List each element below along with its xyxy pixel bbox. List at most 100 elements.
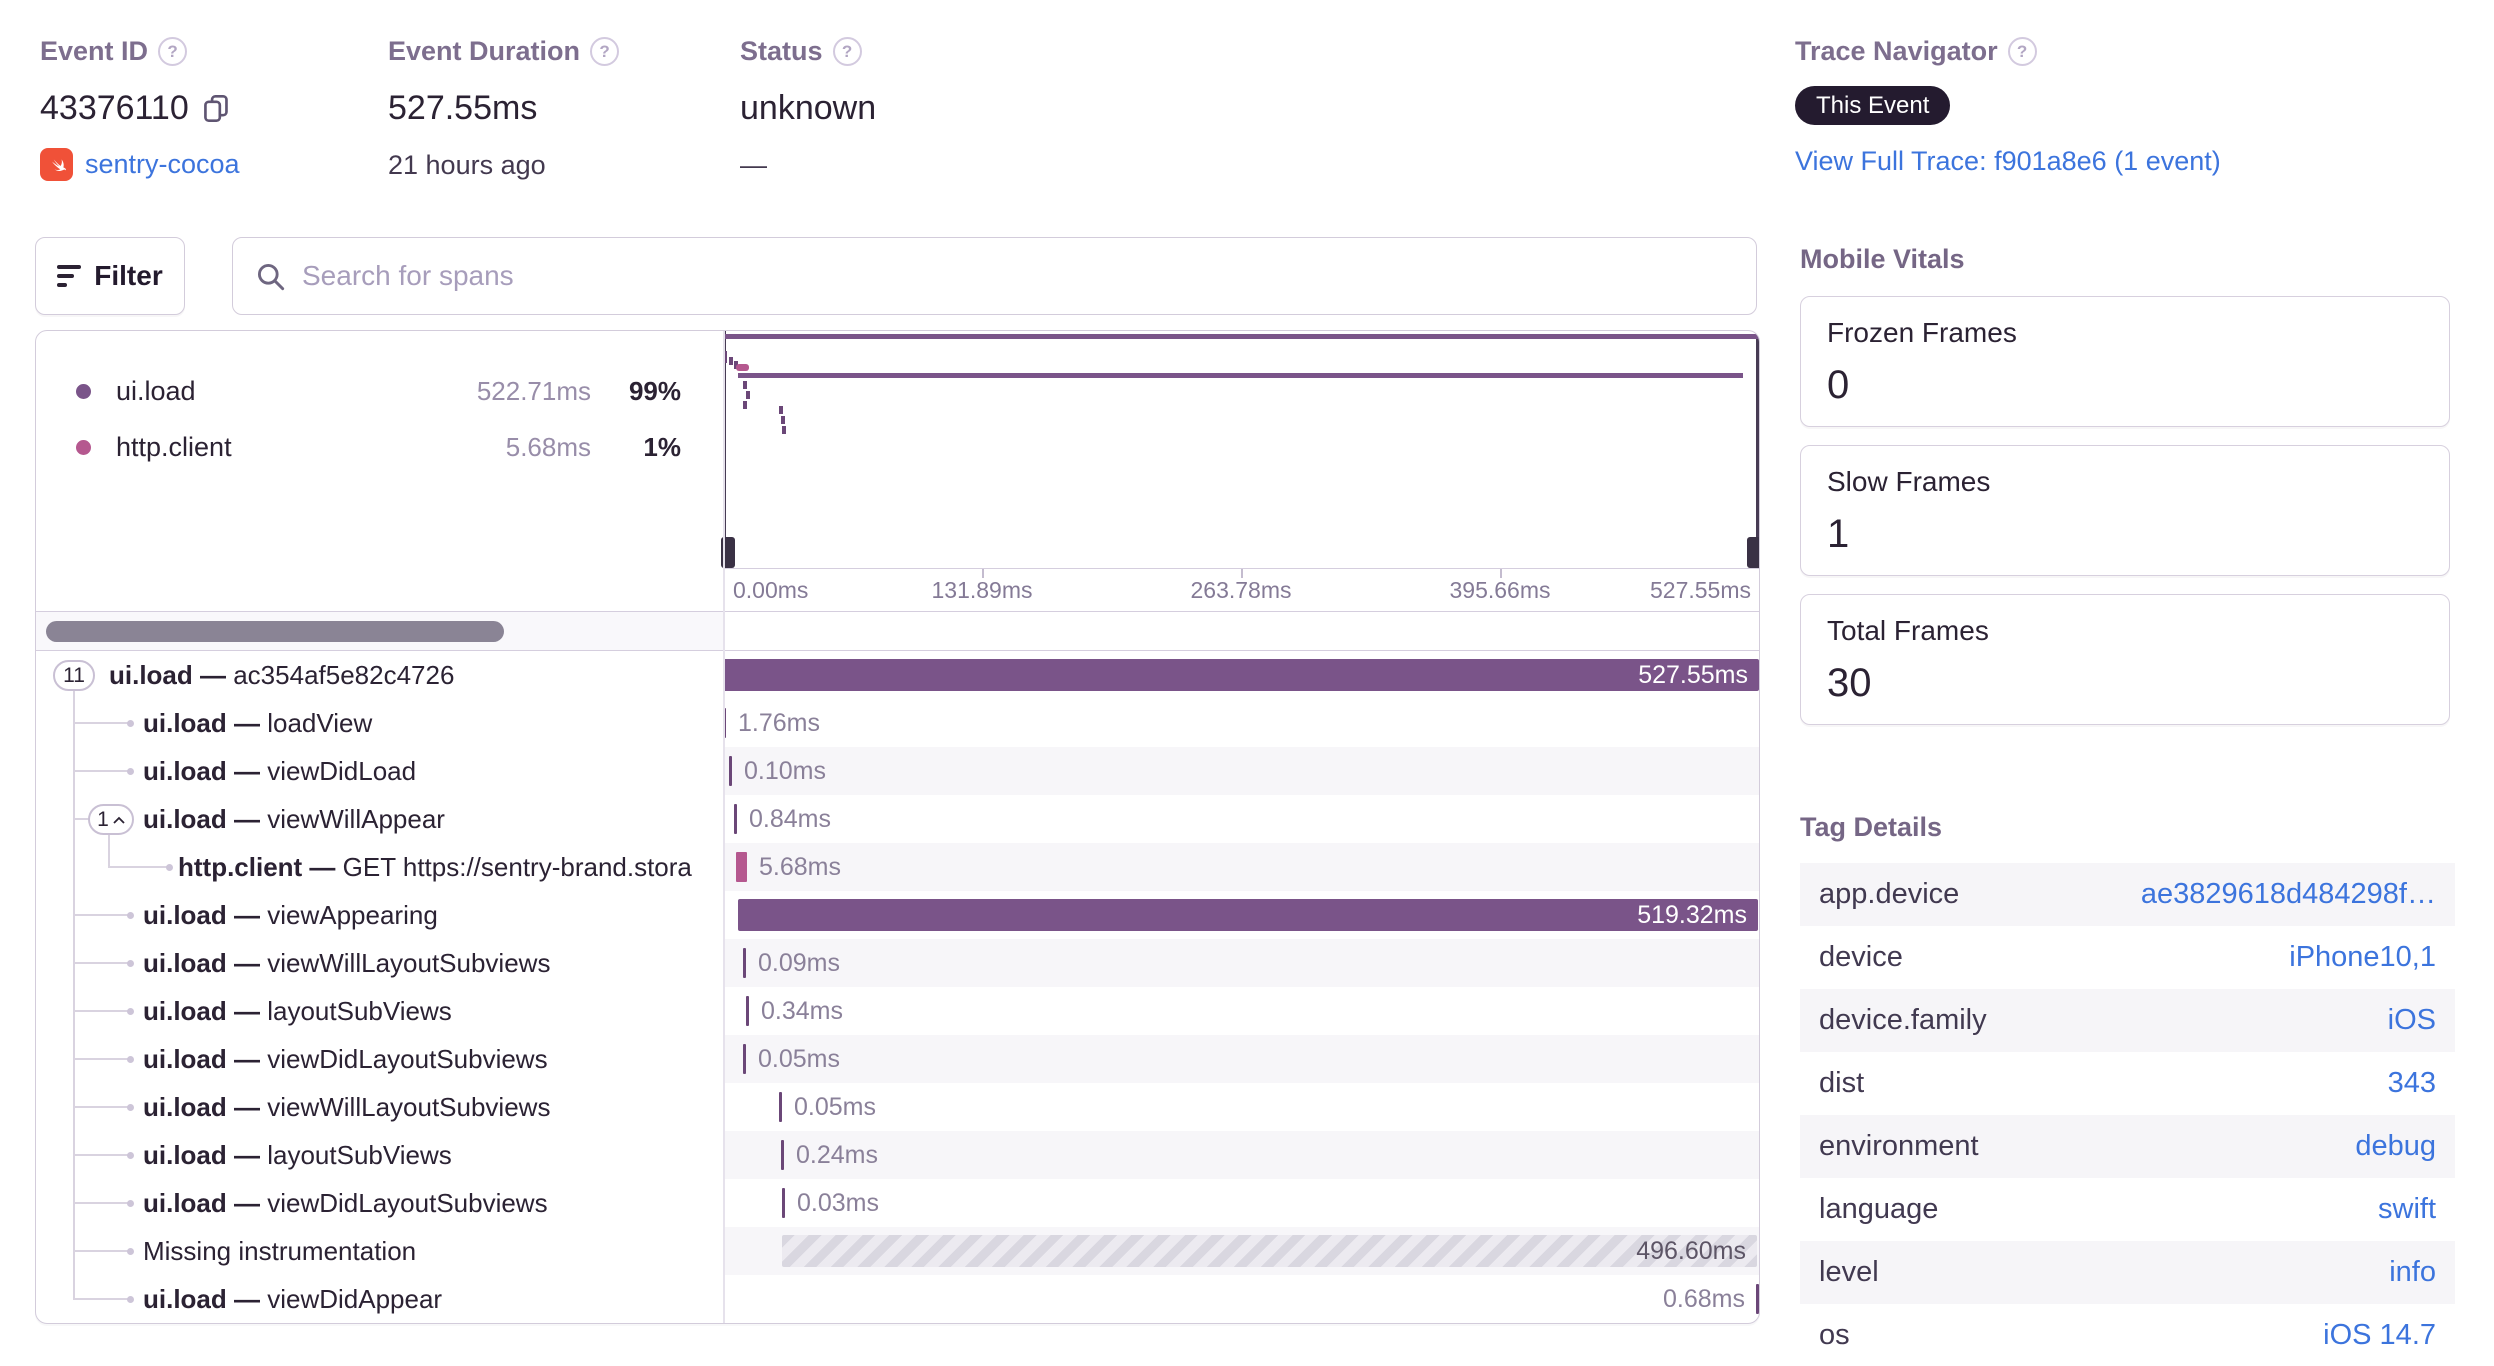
tag-row: language swift — [1800, 1178, 2455, 1241]
span-row[interactable]: ui.load — viewDidLayoutSubviews 0.03ms — [36, 1179, 1759, 1227]
event-detail-page: Event ID? 43376110 sentry-cocoa Event Du… — [0, 0, 2494, 1366]
legend-op-label: ui.load — [116, 375, 196, 406]
horizontal-scroll-strip — [36, 611, 1759, 651]
tree-connector-dot — [127, 768, 134, 775]
tag-row: dist 343 — [1800, 1052, 2455, 1115]
span-label: ui.load — viewAppearing — [143, 900, 438, 930]
span-duration-value: 0.09ms — [758, 949, 840, 977]
span-row[interactable]: 1 ui.load — viewWillAppear 0.84ms — [36, 795, 1759, 843]
tree-connector-dot — [127, 1200, 134, 1207]
chevron-up-icon — [113, 816, 125, 824]
tree-connector-dot — [127, 1104, 134, 1111]
span-duration-cell: 1.76ms — [723, 699, 1759, 747]
span-row[interactable]: ui.load — viewWillLayoutSubviews 0.05ms — [36, 1083, 1759, 1131]
span-row[interactable]: ui.load — viewDidAppear 0.68ms — [36, 1275, 1759, 1323]
view-full-trace-link[interactable]: View Full Trace: f901a8e6 (1 event) — [1795, 146, 2221, 176]
minimap-span-mark — [781, 416, 785, 424]
event-id-label: Event ID — [40, 36, 149, 66]
span-tree-cell: ui.load — viewDidLayoutSubviews — [36, 1179, 723, 1227]
tree-connector-dot — [127, 1248, 134, 1255]
span-duration-cell: 0.05ms — [723, 1083, 1759, 1131]
span-row[interactable]: http.client — GET https://sentry-brand.s… — [36, 843, 1759, 891]
span-tree-cell: ui.load — loadView — [36, 699, 723, 747]
span-duration-cell: 0.68ms — [723, 1275, 1759, 1323]
trace-minimap[interactable] — [721, 331, 1759, 568]
tag-row: app.device ae3829618d484298f… — [1800, 863, 2455, 926]
vital-label: Slow Frames — [1827, 466, 1991, 497]
span-duration-tick — [782, 1188, 785, 1218]
span-label: ui.load — viewDidAppear — [143, 1284, 443, 1314]
tree-connector-line — [73, 1010, 129, 1012]
status-label: Status — [740, 36, 823, 66]
tag-value-link[interactable]: ae3829618d484298f… — [2141, 878, 2436, 911]
project-link[interactable]: sentry-cocoa — [85, 149, 240, 180]
span-row[interactable]: 11 ui.load — ac354af5e82c4726 527.55ms — [36, 651, 1759, 699]
tree-connector-line — [73, 770, 129, 772]
tag-value-link[interactable]: swift — [2378, 1193, 2436, 1226]
legend-op-label: http.client — [116, 431, 232, 462]
span-tree-cell: ui.load — viewWillLayoutSubviews — [36, 939, 723, 987]
span-duration-tick — [743, 948, 746, 978]
span-duration-value: 5.68ms — [759, 853, 841, 881]
span-duration-cell: 5.68ms — [723, 843, 1759, 891]
tag-value-link[interactable]: info — [2389, 1256, 2436, 1289]
vital-card: Total Frames 30 — [1800, 594, 2450, 725]
filter-button[interactable]: Filter — [35, 237, 185, 315]
span-children-count-pill[interactable]: 11 — [53, 660, 95, 691]
event-duration-label: Event Duration — [388, 36, 581, 66]
help-icon[interactable]: ? — [832, 37, 862, 66]
minimap-right-edge — [1756, 331, 1759, 568]
tree-vertical-line-child — [108, 835, 110, 867]
span-duration-value: 0.24ms — [796, 1141, 878, 1169]
tag-value-link[interactable]: iOS — [2388, 1004, 2436, 1037]
event-duration-value: 527.55ms — [388, 89, 538, 127]
help-icon[interactable]: ? — [158, 37, 188, 66]
span-row[interactable]: ui.load — viewAppearing 519.32ms — [36, 891, 1759, 939]
span-tree-cell: ui.load — viewDidLayoutSubviews — [36, 1035, 723, 1083]
status-section: Status? unknown — — [740, 36, 876, 181]
minimap-span-mark — [746, 391, 750, 399]
help-icon[interactable]: ? — [2007, 37, 2037, 66]
span-row[interactable]: ui.load — loadView 1.76ms — [36, 699, 1759, 747]
span-duration-tick — [781, 1140, 784, 1170]
legend-row: ui.load 522.71ms 99% — [36, 363, 723, 419]
span-row[interactable]: ui.load — viewWillLayoutSubviews 0.09ms — [36, 939, 1759, 987]
span-row[interactable]: ui.load — layoutSubViews 0.34ms — [36, 987, 1759, 1035]
tag-value-link[interactable]: debug — [2355, 1130, 2436, 1163]
horizontal-scrollbar-thumb[interactable] — [46, 621, 504, 642]
span-row[interactable]: ui.load — viewDidLoad 0.10ms — [36, 747, 1759, 795]
span-tree-cell: http.client — GET https://sentry-brand.s… — [36, 843, 723, 891]
search-input[interactable] — [302, 260, 1734, 292]
span-expand-pill[interactable]: 1 — [88, 804, 134, 835]
legend-duration: 522.71ms — [476, 375, 591, 406]
tag-value-link[interactable]: iPhone10,1 — [2289, 941, 2436, 974]
filter-button-label: Filter — [94, 260, 163, 291]
span-label: ui.load — viewDidLoad — [143, 756, 417, 786]
axis-tick-mark — [1500, 569, 1502, 578]
tree-connector-line — [73, 1154, 129, 1156]
span-duration-tick — [779, 1092, 782, 1122]
tree-connector-dot — [127, 912, 134, 919]
tag-value-link[interactable]: 343 — [2388, 1067, 2436, 1100]
tag-value-link[interactable]: iOS 14.7 — [2323, 1319, 2436, 1352]
span-tree-cell: 11 ui.load — ac354af5e82c4726 — [36, 651, 723, 699]
tree-waterfall-divider[interactable] — [723, 331, 725, 1323]
legend-dot-icon — [76, 383, 91, 399]
span-row[interactable]: Missing instrumentation 496.60ms — [36, 1227, 1759, 1275]
span-row[interactable]: ui.load — layoutSubViews 0.24ms — [36, 1131, 1759, 1179]
span-duration-cell: 0.84ms — [723, 795, 1759, 843]
help-icon[interactable]: ? — [590, 37, 620, 66]
tag-key: level — [1819, 1256, 1879, 1288]
vital-card: Frozen Frames 0 — [1800, 296, 2450, 427]
span-duration-cell: 527.55ms — [723, 651, 1759, 699]
copy-icon[interactable] — [201, 93, 232, 124]
span-duration-tick — [743, 1044, 746, 1074]
tree-connector-line — [73, 1202, 129, 1204]
tree-connector-dot — [127, 1152, 134, 1159]
span-label: ui.load — layoutSubViews — [143, 996, 452, 1026]
span-row[interactable]: ui.load — viewDidLayoutSubviews 0.05ms — [36, 1035, 1759, 1083]
axis-tick-label: 527.55ms — [1649, 577, 1751, 603]
event-age: 21 hours ago — [388, 150, 546, 180]
span-label: http.client — GET https://sentry-brand.s… — [178, 852, 692, 882]
minimap-right-handle[interactable] — [1747, 537, 1759, 568]
